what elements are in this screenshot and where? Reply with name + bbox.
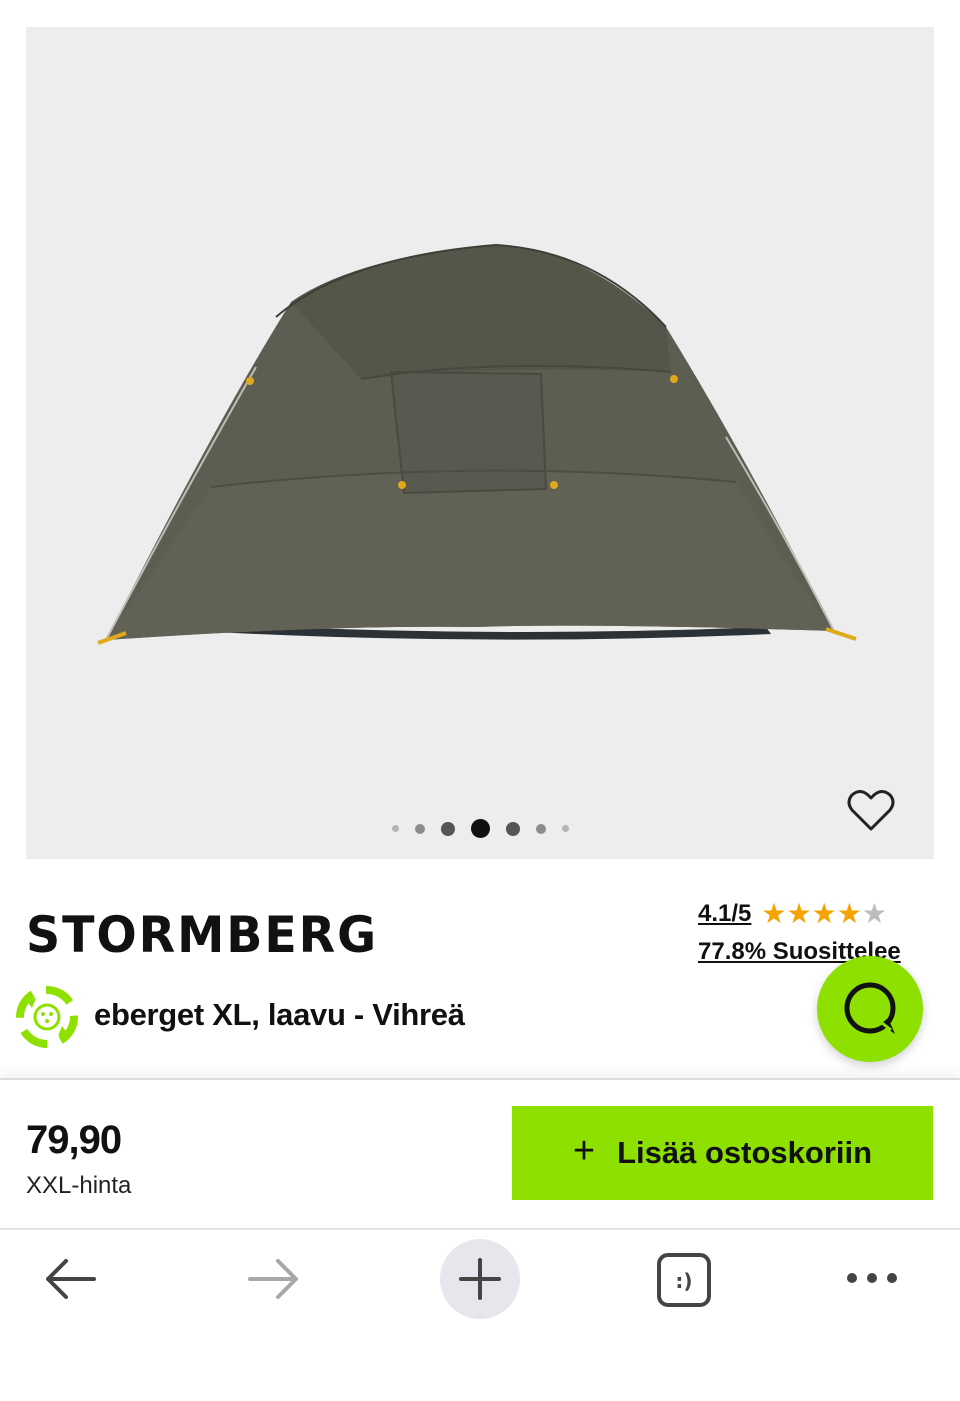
product-price: 79,90 [26,1118,122,1162]
brand-name: STORMBERG [26,906,378,962]
product-title: eberget XL, laavu - Vihreä [94,997,465,1032]
arrow-left-icon [46,1259,96,1299]
eco-recycle-icon [16,986,78,1048]
carousel-dot[interactable] [391,825,399,832]
rating-stars: ★ ★ ★ ★ ★ [761,900,887,928]
new-tab-button[interactable] [439,1238,521,1325]
forward-button[interactable] [244,1252,304,1311]
chat-bubble-icon [844,982,896,1034]
tabs-icon: :) [657,1253,711,1307]
carousel-dot-active[interactable] [470,819,490,838]
carousel-dot[interactable] [505,821,520,836]
tabs-glyph: :) [675,1269,692,1293]
star-icon: ★ [761,898,787,929]
carousel-dot[interactable] [535,823,546,834]
carousel-dot[interactable] [561,825,569,832]
star-icon: ★ [836,898,862,929]
product-image [97,243,857,645]
browser-toolbar: :) [0,1228,960,1401]
rating[interactable]: 4.1/5 ★ ★ ★ ★ ★ [698,900,887,928]
plus-icon: + [572,1130,596,1172]
add-to-cart-label: Lisää ostoskoriin [617,1135,873,1170]
star-icon: ★ [811,898,837,929]
carousel-dots [26,819,934,838]
star-icon: ★ [786,898,812,929]
product-image-gallery[interactable] [26,27,934,859]
more-button[interactable] [844,1266,900,1295]
more-dots-icon [847,1273,897,1283]
carousel-dot[interactable] [440,821,455,836]
price-label: XXL-hinta [26,1172,132,1199]
add-to-cart-button[interactable]: + Lisää ostoskoriin [512,1106,933,1200]
chat-button[interactable] [817,956,923,1062]
brand-logo-image: STORMBERG [26,906,378,964]
arrow-right-icon [248,1259,298,1299]
favorite-button[interactable] [844,783,898,837]
star-empty-icon: ★ [861,898,887,929]
carousel-dot[interactable] [414,823,425,834]
tabs-button[interactable]: :) [656,1252,712,1313]
brand-logo[interactable]: STORMBERG [26,906,382,964]
heart-outline-icon [847,790,895,831]
rating-score[interactable]: 4.1/5 [698,900,751,928]
plus-icon [440,1239,520,1319]
back-button[interactable] [40,1252,100,1311]
